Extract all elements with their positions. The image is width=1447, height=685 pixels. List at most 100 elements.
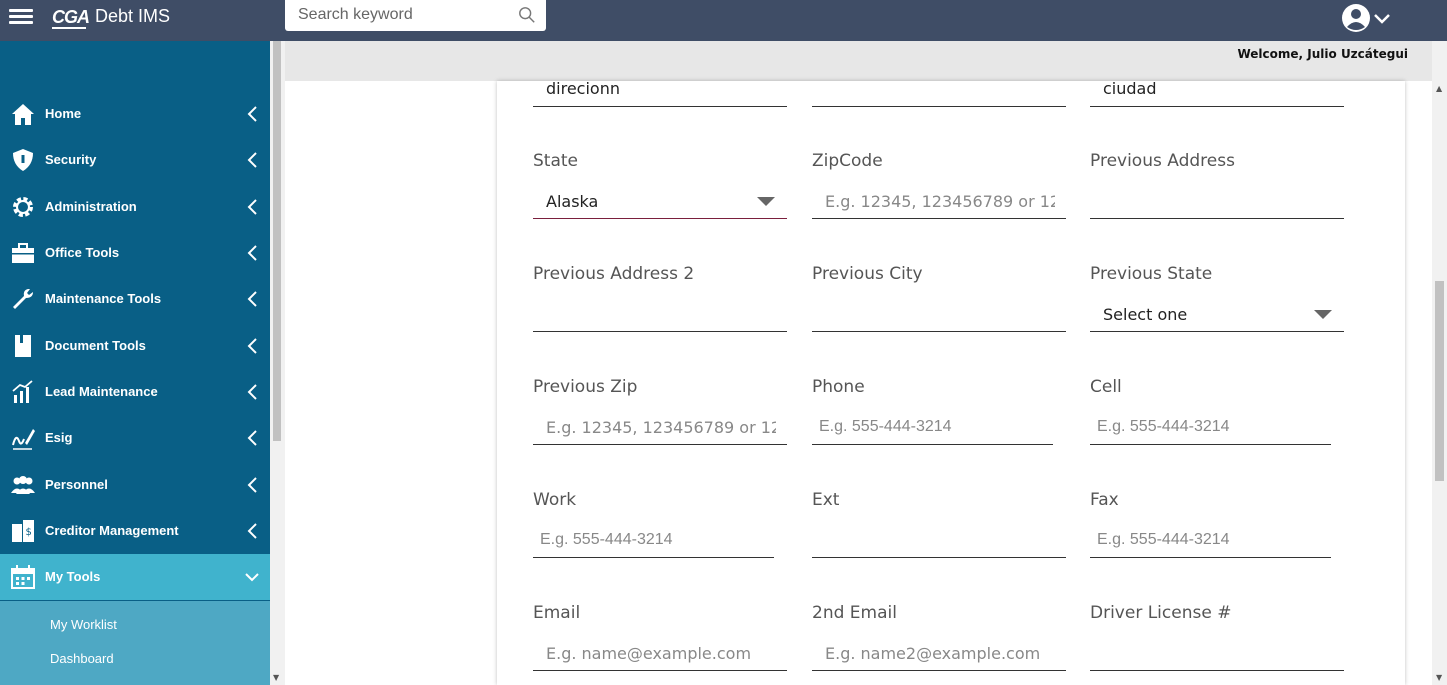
previous-address-input[interactable]	[1103, 192, 1333, 211]
main-content: State Alaska ZipCode Previous Address Pr…	[285, 79, 1432, 685]
dropdown-caret-icon[interactable]	[757, 197, 775, 206]
field-underline	[533, 218, 787, 219]
field-underline	[1090, 218, 1344, 219]
fax-input[interactable]	[1097, 531, 1327, 549]
chevron-down-icon	[1374, 14, 1390, 24]
previous-city-input[interactable]	[825, 305, 1055, 324]
sidebar-item-label: Lead Maintenance	[45, 384, 158, 399]
address2-input[interactable]	[825, 79, 1055, 98]
hamburger-menu-icon[interactable]	[9, 6, 33, 28]
phone-input[interactable]	[819, 418, 1049, 436]
logo-underline	[52, 27, 86, 29]
sidebar-item-lead-maintenance[interactable]: Lead Maintenance	[0, 369, 270, 415]
work-label: Work	[533, 490, 577, 510]
sidebar-item-administration[interactable]: Administration	[0, 184, 270, 230]
cell-input[interactable]	[1097, 418, 1327, 436]
search-icon[interactable]	[518, 6, 536, 24]
wrench-icon	[13, 289, 33, 309]
submenu-item-dashboard[interactable]: Dashboard	[50, 651, 114, 666]
field-underline	[533, 444, 787, 445]
sidebar-item-security[interactable]: Security	[0, 137, 270, 183]
scroll-down-arrow-icon[interactable]: ▼	[273, 673, 279, 682]
zipcode-input[interactable]	[825, 192, 1055, 211]
sidebar-item-maintenance-tools[interactable]: Maintenance Tools	[0, 276, 270, 322]
scrollbar-track	[1432, 41, 1447, 81]
field-underline	[812, 218, 1066, 219]
field-underline	[1090, 444, 1331, 445]
sidebar-item-personnel[interactable]: Personnel	[0, 462, 270, 508]
sidebar-item-my-tools[interactable]: My Tools	[0, 554, 270, 600]
phone-label: Phone	[812, 377, 865, 397]
city-input[interactable]	[1103, 79, 1333, 98]
my-tools-submenu: My Worklist Dashboard	[0, 601, 270, 685]
field-underline	[1090, 331, 1344, 332]
chevron-down-icon	[245, 573, 259, 582]
building-icon: $	[12, 520, 34, 542]
company-logo: CGA	[52, 7, 90, 27]
chevron-left-icon	[247, 338, 257, 354]
app-title: Debt IMS	[95, 6, 171, 26]
email2-input[interactable]	[825, 644, 1055, 663]
chevron-left-icon	[247, 430, 257, 446]
chevron-left-icon	[247, 291, 257, 307]
sidebar-item-label: Home	[45, 106, 82, 121]
chevron-left-icon	[247, 106, 257, 122]
work-input[interactable]	[540, 531, 770, 549]
field-underline	[812, 444, 1053, 445]
main-scrollbar[interactable]: ▲ ▼	[1432, 81, 1447, 685]
fax-label: Fax	[1090, 490, 1119, 510]
sidebar-item-label: Personnel	[45, 477, 108, 492]
briefcase-icon	[12, 243, 34, 263]
scroll-down-arrow-icon[interactable]: ▼	[1436, 673, 1442, 682]
field-underline	[812, 557, 1066, 558]
user-menu-button[interactable]	[1340, 2, 1402, 34]
ext-input[interactable]	[825, 531, 1055, 550]
sidebar-item-label: Creditor Management	[45, 523, 179, 538]
scrollbar-thumb[interactable]	[1435, 281, 1444, 481]
bar-chart-icon	[12, 380, 33, 403]
address-input[interactable]	[546, 79, 776, 98]
svg-text:$: $	[26, 527, 32, 538]
sidebar-item-esig[interactable]: Esig	[0, 415, 270, 461]
chevron-left-icon	[247, 523, 257, 539]
chevron-left-icon	[247, 199, 257, 215]
sidebar-item-label: My Tools	[45, 569, 101, 584]
sidebar-scrollbar[interactable]: ▼	[270, 41, 285, 685]
previous-zip-input[interactable]	[546, 418, 776, 437]
zipcode-label: ZipCode	[812, 151, 883, 171]
sidebar-item-home[interactable]: Home	[0, 91, 270, 137]
welcome-bar: Welcome, Julio Uzcátegui	[285, 41, 1432, 81]
previous-address2-label: Previous Address 2	[533, 264, 695, 284]
sidebar-item-creditor-management[interactable]: $ Creditor Management	[0, 508, 270, 554]
sidebar-item-label: Esig	[45, 430, 73, 445]
users-icon	[11, 476, 35, 494]
sidebar-item-label: Administration	[45, 199, 137, 214]
scrollbar-thumb[interactable]	[273, 41, 281, 441]
field-underline	[533, 670, 787, 671]
sidebar-item-document-tools[interactable]: Document Tools	[0, 323, 270, 369]
dropdown-caret-icon[interactable]	[1314, 310, 1332, 319]
field-underline	[812, 670, 1066, 671]
email-input[interactable]	[546, 644, 776, 663]
chevron-left-icon	[247, 384, 257, 400]
cell-label: Cell	[1090, 377, 1122, 397]
search-input[interactable]	[298, 6, 518, 24]
previous-state-select[interactable]: Select one	[1103, 305, 1187, 324]
user-circle-icon	[1342, 4, 1390, 32]
driver-license-input[interactable]	[1103, 644, 1333, 663]
state-select[interactable]: Alaska	[546, 192, 598, 211]
field-underline	[533, 557, 774, 558]
sidebar-item-office-tools[interactable]: Office Tools	[0, 230, 270, 276]
submenu-item-my-worklist[interactable]: My Worklist	[50, 617, 117, 632]
previous-address-label: Previous Address	[1090, 151, 1235, 171]
previous-address2-input[interactable]	[546, 305, 776, 324]
sidebar-item-label: Maintenance Tools	[45, 291, 162, 306]
home-icon	[12, 104, 34, 125]
search-box	[285, 0, 546, 31]
field-underline	[533, 106, 787, 107]
scroll-up-arrow-icon[interactable]: ▲	[1436, 84, 1442, 93]
field-underline	[1090, 106, 1344, 107]
field-underline	[533, 331, 787, 332]
field-underline	[812, 106, 1066, 107]
email2-label: 2nd Email	[812, 603, 897, 623]
